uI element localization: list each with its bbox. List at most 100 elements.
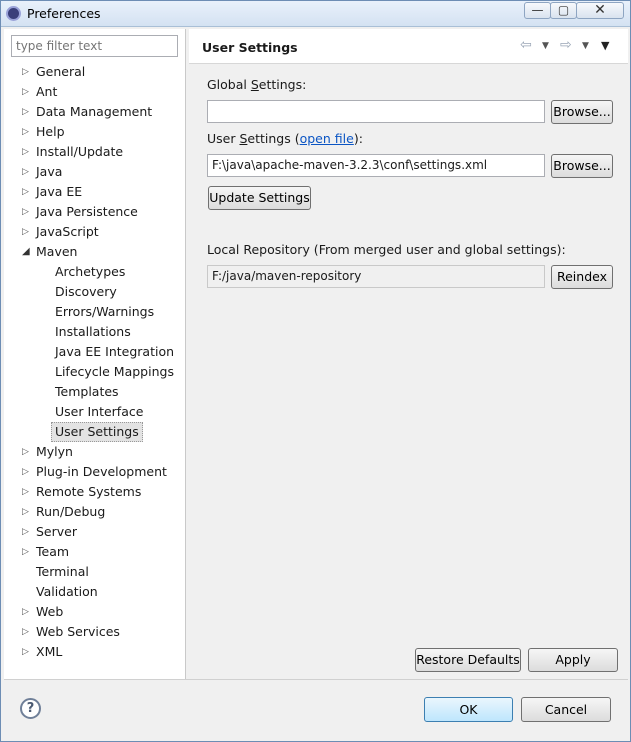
tree-item-java[interactable]: ▷ Java (4, 162, 186, 182)
tree-item-help[interactable]: ▷ Help (4, 122, 186, 142)
user-browse-button[interactable]: Browse... (551, 154, 613, 178)
eclipse-icon (6, 6, 21, 21)
expand-arrow-icon[interactable]: ▷ (22, 222, 32, 242)
expand-arrow-icon[interactable]: ▷ (22, 502, 32, 522)
expand-arrow-icon[interactable]: ▷ (22, 122, 32, 142)
preference-page: User Settings ⇦ ▼ ⇨ ▼ ▼ Global Settings:… (189, 29, 628, 679)
expand-arrow-icon[interactable]: ▷ (22, 162, 32, 182)
expand-arrow-icon[interactable]: ▷ (22, 622, 32, 642)
user-settings-label: User Settings (open file): (207, 131, 363, 146)
restore-defaults-button[interactable]: Restore Defaults (415, 648, 521, 672)
tree-item-validation[interactable]: Validation (4, 582, 186, 602)
expand-arrow-icon[interactable]: ▷ (22, 62, 32, 82)
back-dropdown-icon[interactable]: ▼ (542, 41, 549, 51)
tree-item-label: Run/Debug (36, 504, 106, 519)
back-arrow-icon[interactable]: ⇦ (520, 37, 532, 53)
tree-item-label: Remote Systems (36, 484, 142, 499)
tree-item-label: Validation (36, 584, 98, 599)
expand-arrow-icon[interactable]: ▷ (22, 102, 32, 122)
tree-item-java-persistence[interactable]: ▷ Java Persistence (4, 202, 186, 222)
preferences-window: Preferences — ▢ ✕ ▷ General ▷ Ant ▷ Data Mana… (0, 0, 631, 742)
minimize-button[interactable]: — (524, 2, 551, 19)
tree-item-label: Archetypes (55, 264, 126, 279)
tree-item-label: Errors/Warnings (55, 304, 155, 319)
tree-item-label: Team (36, 544, 70, 559)
expand-arrow-icon[interactable]: ▷ (22, 522, 32, 542)
tree-item-server[interactable]: ▷ Server (4, 522, 186, 542)
expand-arrow-icon[interactable]: ▷ (22, 82, 32, 102)
expand-arrow-icon[interactable]: ▷ (22, 202, 32, 222)
tree-item-maven[interactable]: ◢ Maven (4, 242, 186, 262)
close-button[interactable]: ✕ (576, 2, 624, 19)
tree-item-label: Java EE (36, 184, 83, 199)
tree-item-label: Java Persistence (36, 204, 138, 219)
tree-item-label: Ant (36, 84, 58, 99)
tree-item-label: Help (36, 124, 65, 139)
tree-item-label: Server (36, 524, 77, 539)
tree-item-label: Templates (55, 384, 119, 399)
tree-item-terminal[interactable]: Terminal (4, 562, 186, 582)
help-icon[interactable]: ? (20, 698, 41, 719)
global-settings-field[interactable] (207, 100, 545, 123)
expand-arrow-icon[interactable]: ▷ (22, 442, 32, 462)
tree-item-mylyn[interactable]: ▷ Mylyn (4, 442, 186, 462)
reindex-button[interactable]: Reindex (551, 265, 613, 289)
preference-tree: ▷ General ▷ Ant ▷ Data Management ▷ Help ▷ Instal… (4, 62, 186, 662)
forward-arrow-icon[interactable]: ⇨ (560, 37, 572, 53)
global-browse-button[interactable]: Browse... (551, 100, 613, 124)
view-menu-icon[interactable]: ▼ (601, 39, 609, 52)
tree-item-errors-warnings[interactable]: Errors/Warnings (4, 302, 186, 322)
tree-item-user-interface[interactable]: User Interface (4, 402, 186, 422)
tree-item-run-debug[interactable]: ▷ Run/Debug (4, 502, 186, 522)
tree-item-java-ee[interactable]: ▷ Java EE (4, 182, 186, 202)
tree-item-user-settings[interactable]: User Settings (4, 422, 186, 442)
tree-item-ant[interactable]: ▷ Ant (4, 82, 186, 102)
tree-item-label: Web Services (36, 624, 120, 639)
tree-item-label: JavaScript (36, 224, 99, 239)
tree-item-web[interactable]: ▷ Web (4, 602, 186, 622)
window-title: Preferences (27, 6, 101, 21)
filter-input[interactable] (11, 35, 178, 57)
tree-item-discovery[interactable]: Discovery (4, 282, 186, 302)
tree-item-label: User Interface (55, 404, 144, 419)
tree-item-data-management[interactable]: ▷ Data Management (4, 102, 186, 122)
tree-item-label: Data Management (36, 104, 153, 119)
footer-divider (4, 679, 628, 680)
expand-arrow-icon[interactable]: ▷ (22, 642, 32, 662)
collapse-arrow-icon[interactable]: ◢ (22, 242, 32, 262)
tree-item-web-services[interactable]: ▷ Web Services (4, 622, 186, 642)
tree-item-label: Web (36, 604, 64, 619)
tree-item-remote-systems[interactable]: ▷ Remote Systems (4, 482, 186, 502)
tree-item-label: Install/Update (36, 144, 124, 159)
maximize-button[interactable]: ▢ (550, 2, 577, 19)
tree-item-plug-in-development[interactable]: ▷ Plug-in Development (4, 462, 186, 482)
apply-button[interactable]: Apply (528, 648, 618, 672)
expand-arrow-icon[interactable]: ▷ (22, 542, 32, 562)
open-file-link[interactable]: open file (300, 131, 354, 146)
cancel-button[interactable]: Cancel (521, 697, 611, 722)
tree-item-team[interactable]: ▷ Team (4, 542, 186, 562)
expand-arrow-icon[interactable]: ▷ (22, 482, 32, 502)
expand-arrow-icon[interactable]: ▷ (22, 602, 32, 622)
expand-arrow-icon[interactable]: ▷ (22, 142, 32, 162)
expand-arrow-icon[interactable]: ▷ (22, 462, 32, 482)
tree-item-javascript[interactable]: ▷ JavaScript (4, 222, 186, 242)
ok-button[interactable]: OK (424, 697, 513, 722)
tree-item-general[interactable]: ▷ General (4, 62, 186, 82)
tree-item-installations[interactable]: Installations (4, 322, 186, 342)
user-settings-field[interactable]: F:\java\apache-maven-3.2.3\conf\settings… (207, 154, 545, 177)
tree-item-install-update[interactable]: ▷ Install/Update (4, 142, 186, 162)
tree-item-lifecycle-mappings[interactable]: Lifecycle Mappings (4, 362, 186, 382)
tree-item-label: Maven (36, 244, 78, 259)
tree-item-java-ee-integration[interactable]: Java EE Integration (4, 342, 186, 362)
tree-item-archetypes[interactable]: Archetypes (4, 262, 186, 282)
page-title: User Settings (202, 40, 298, 55)
update-settings-button[interactable]: Update Settings (208, 186, 311, 210)
forward-dropdown-icon[interactable]: ▼ (582, 41, 589, 51)
expand-arrow-icon[interactable]: ▷ (22, 182, 32, 202)
tree-item-label: Mylyn (36, 444, 73, 459)
tree-item-templates[interactable]: Templates (4, 382, 186, 402)
tree-item-xml[interactable]: ▷ XML (4, 642, 186, 662)
title-bar[interactable]: Preferences — ▢ ✕ (1, 1, 630, 27)
local-repository-field[interactable]: F:/java/maven-repository (207, 265, 545, 288)
